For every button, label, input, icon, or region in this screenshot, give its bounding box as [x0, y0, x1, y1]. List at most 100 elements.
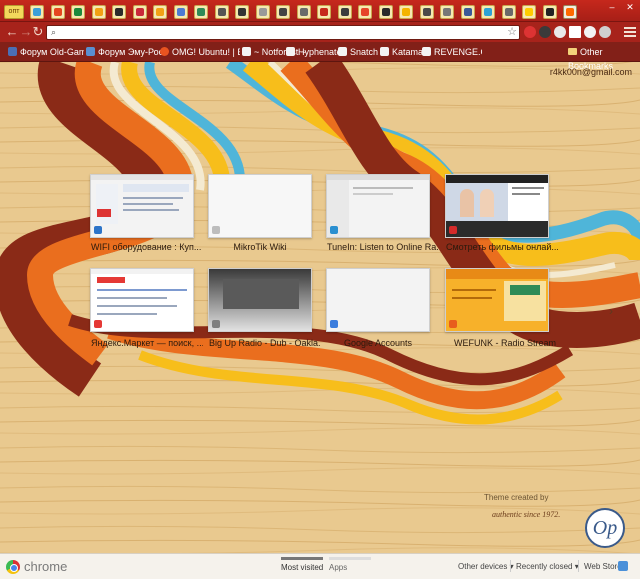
browser-tab[interactable] — [30, 5, 44, 19]
extension-icon-5[interactable] — [599, 26, 611, 38]
tab-favicon-icon — [135, 8, 144, 16]
bookmarks-bar: Форум Old-Game... Форум Эму-Росси... OMG… — [0, 42, 640, 71]
tab-favicon-icon — [422, 8, 431, 16]
browser-tab[interactable] — [112, 5, 126, 19]
bookmark-item[interactable]: Snatch It — [338, 45, 386, 59]
most-visited-tile[interactable] — [326, 268, 430, 332]
bookmark-label: Форум Old-Game... — [20, 47, 84, 57]
menu-icon[interactable] — [624, 25, 636, 39]
minimize-icon[interactable]: – — [604, 1, 620, 13]
tab-favicon-icon — [115, 8, 123, 16]
most-visited-tile[interactable] — [445, 174, 549, 238]
most-visited-tile[interactable] — [326, 174, 430, 238]
browser-tab[interactable] — [276, 5, 290, 19]
tile-title: Смотреть фильмы онлай... — [446, 242, 558, 252]
bookmark-item[interactable]: Hyphenate! — [286, 45, 346, 59]
tile-title: Google Accounts — [343, 338, 413, 348]
browser-tab[interactable] — [378, 5, 393, 19]
tab-favicon-icon — [217, 8, 226, 16]
most-visited-tile[interactable] — [90, 268, 194, 332]
next-page-icon[interactable]: › — [609, 304, 613, 318]
tab-favicon-icon — [484, 8, 492, 16]
site-favicon-icon — [212, 320, 220, 328]
browser-tab[interactable] — [235, 5, 249, 19]
bookmark-label: REVENGE.CSS — [434, 47, 482, 57]
site-favicon-icon — [212, 226, 220, 234]
browser-tab[interactable] — [481, 5, 495, 19]
browser-tab[interactable] — [419, 5, 434, 19]
tab-favicon-icon — [361, 8, 369, 16]
bookmark-item[interactable]: OMG! Ubuntu! | Ev... — [160, 45, 240, 59]
site-favicon-icon — [330, 226, 338, 234]
tile-title: WEFUNK - Radio Stream — [454, 338, 557, 348]
theme-credit: Theme created by — [484, 493, 549, 502]
browser-tab[interactable] — [153, 5, 167, 19]
tab-favicon-icon — [463, 8, 472, 16]
theme-tagline[interactable]: authentic since 1972. — [492, 510, 560, 519]
bookmark-label: OMG! Ubuntu! | Ev... — [172, 47, 240, 57]
browser-tab[interactable] — [255, 5, 270, 19]
tab-favicon-icon — [33, 8, 41, 16]
browser-tab[interactable] — [501, 5, 516, 19]
site-favicon-icon — [94, 320, 102, 328]
bookmark-item[interactable]: Форум Эму-Росси... — [86, 45, 162, 59]
bookmark-favicon-icon — [160, 47, 169, 56]
recently-closed-menu[interactable]: Recently closed ▾ — [516, 562, 579, 571]
web-store-link[interactable]: Web Store — [584, 562, 622, 571]
extension-icon-1[interactable] — [524, 26, 536, 38]
tab-favicon-icon — [197, 8, 205, 16]
account-email[interactable]: r4kk00n@gmail.com — [550, 67, 632, 77]
browser-tab[interactable] — [71, 5, 85, 19]
omnibox-input[interactable] — [63, 26, 503, 39]
browser-tab[interactable] — [460, 5, 475, 19]
tab-favicon-icon — [320, 8, 328, 16]
most-visited-tile[interactable] — [445, 268, 549, 332]
brand-text: chrome — [24, 559, 68, 574]
reload-icon[interactable]: ↻ — [30, 24, 46, 40]
browser-tab[interactable] — [358, 5, 372, 19]
tab-favicon-icon — [566, 8, 574, 16]
extension-icon-2[interactable] — [539, 26, 551, 38]
folder-icon — [568, 48, 577, 55]
most-visited-tile[interactable] — [208, 268, 312, 332]
browser-tab[interactable] — [542, 5, 557, 19]
bookmark-star-icon[interactable]: ☆ — [507, 26, 517, 39]
plus-icon[interactable] — [569, 26, 581, 38]
browser-tab[interactable] — [337, 5, 352, 19]
browser-tab[interactable] — [296, 5, 311, 19]
browser-tab[interactable] — [399, 5, 413, 19]
bookmark-favicon-icon — [380, 47, 389, 56]
bookmark-item[interactable]: REVENGE.CSS — [422, 45, 482, 59]
web-store-icon[interactable] — [618, 561, 628, 571]
tab-favicon-icon — [94, 8, 103, 16]
other-devices-menu[interactable]: Other devices ▾ — [458, 562, 514, 571]
most-visited-tile[interactable] — [90, 174, 194, 238]
tab-favicon-icon — [53, 8, 62, 16]
browser-tab[interactable] — [563, 5, 577, 19]
extension-icon-4[interactable] — [584, 26, 596, 38]
browser-tab[interactable] — [173, 5, 188, 19]
browser-tab[interactable] — [50, 5, 65, 19]
bookmark-item[interactable]: Форум Old-Game... — [8, 45, 84, 59]
browser-tab[interactable] — [214, 5, 229, 19]
tab-favicon-icon — [279, 8, 287, 16]
bookmark-item[interactable]: Katamari! — [380, 45, 428, 59]
tab-first[interactable]: опт — [4, 5, 24, 19]
tab-most-visited[interactable]: Most visited — [281, 557, 323, 572]
browser-tab[interactable] — [132, 5, 147, 19]
most-visited-tile[interactable] — [208, 174, 312, 238]
browser-tab[interactable] — [194, 5, 208, 19]
tab-apps[interactable]: Apps — [329, 557, 371, 572]
tab-favicon-icon — [299, 8, 308, 16]
browser-tab[interactable] — [522, 5, 536, 19]
extension-icon-3[interactable] — [554, 26, 566, 38]
theme-logo[interactable]: Op — [585, 508, 625, 548]
site-favicon-icon — [449, 226, 457, 234]
close-window-icon[interactable]: ✕ — [622, 1, 638, 13]
browser-tab[interactable] — [440, 5, 454, 19]
browser-tab[interactable] — [317, 5, 331, 19]
tab-favicon-icon — [340, 8, 349, 16]
tab-strip: опт – ✕ — [0, 0, 640, 22]
omnibox[interactable]: ⌕ ☆ — [46, 25, 520, 40]
browser-tab[interactable] — [91, 5, 106, 19]
